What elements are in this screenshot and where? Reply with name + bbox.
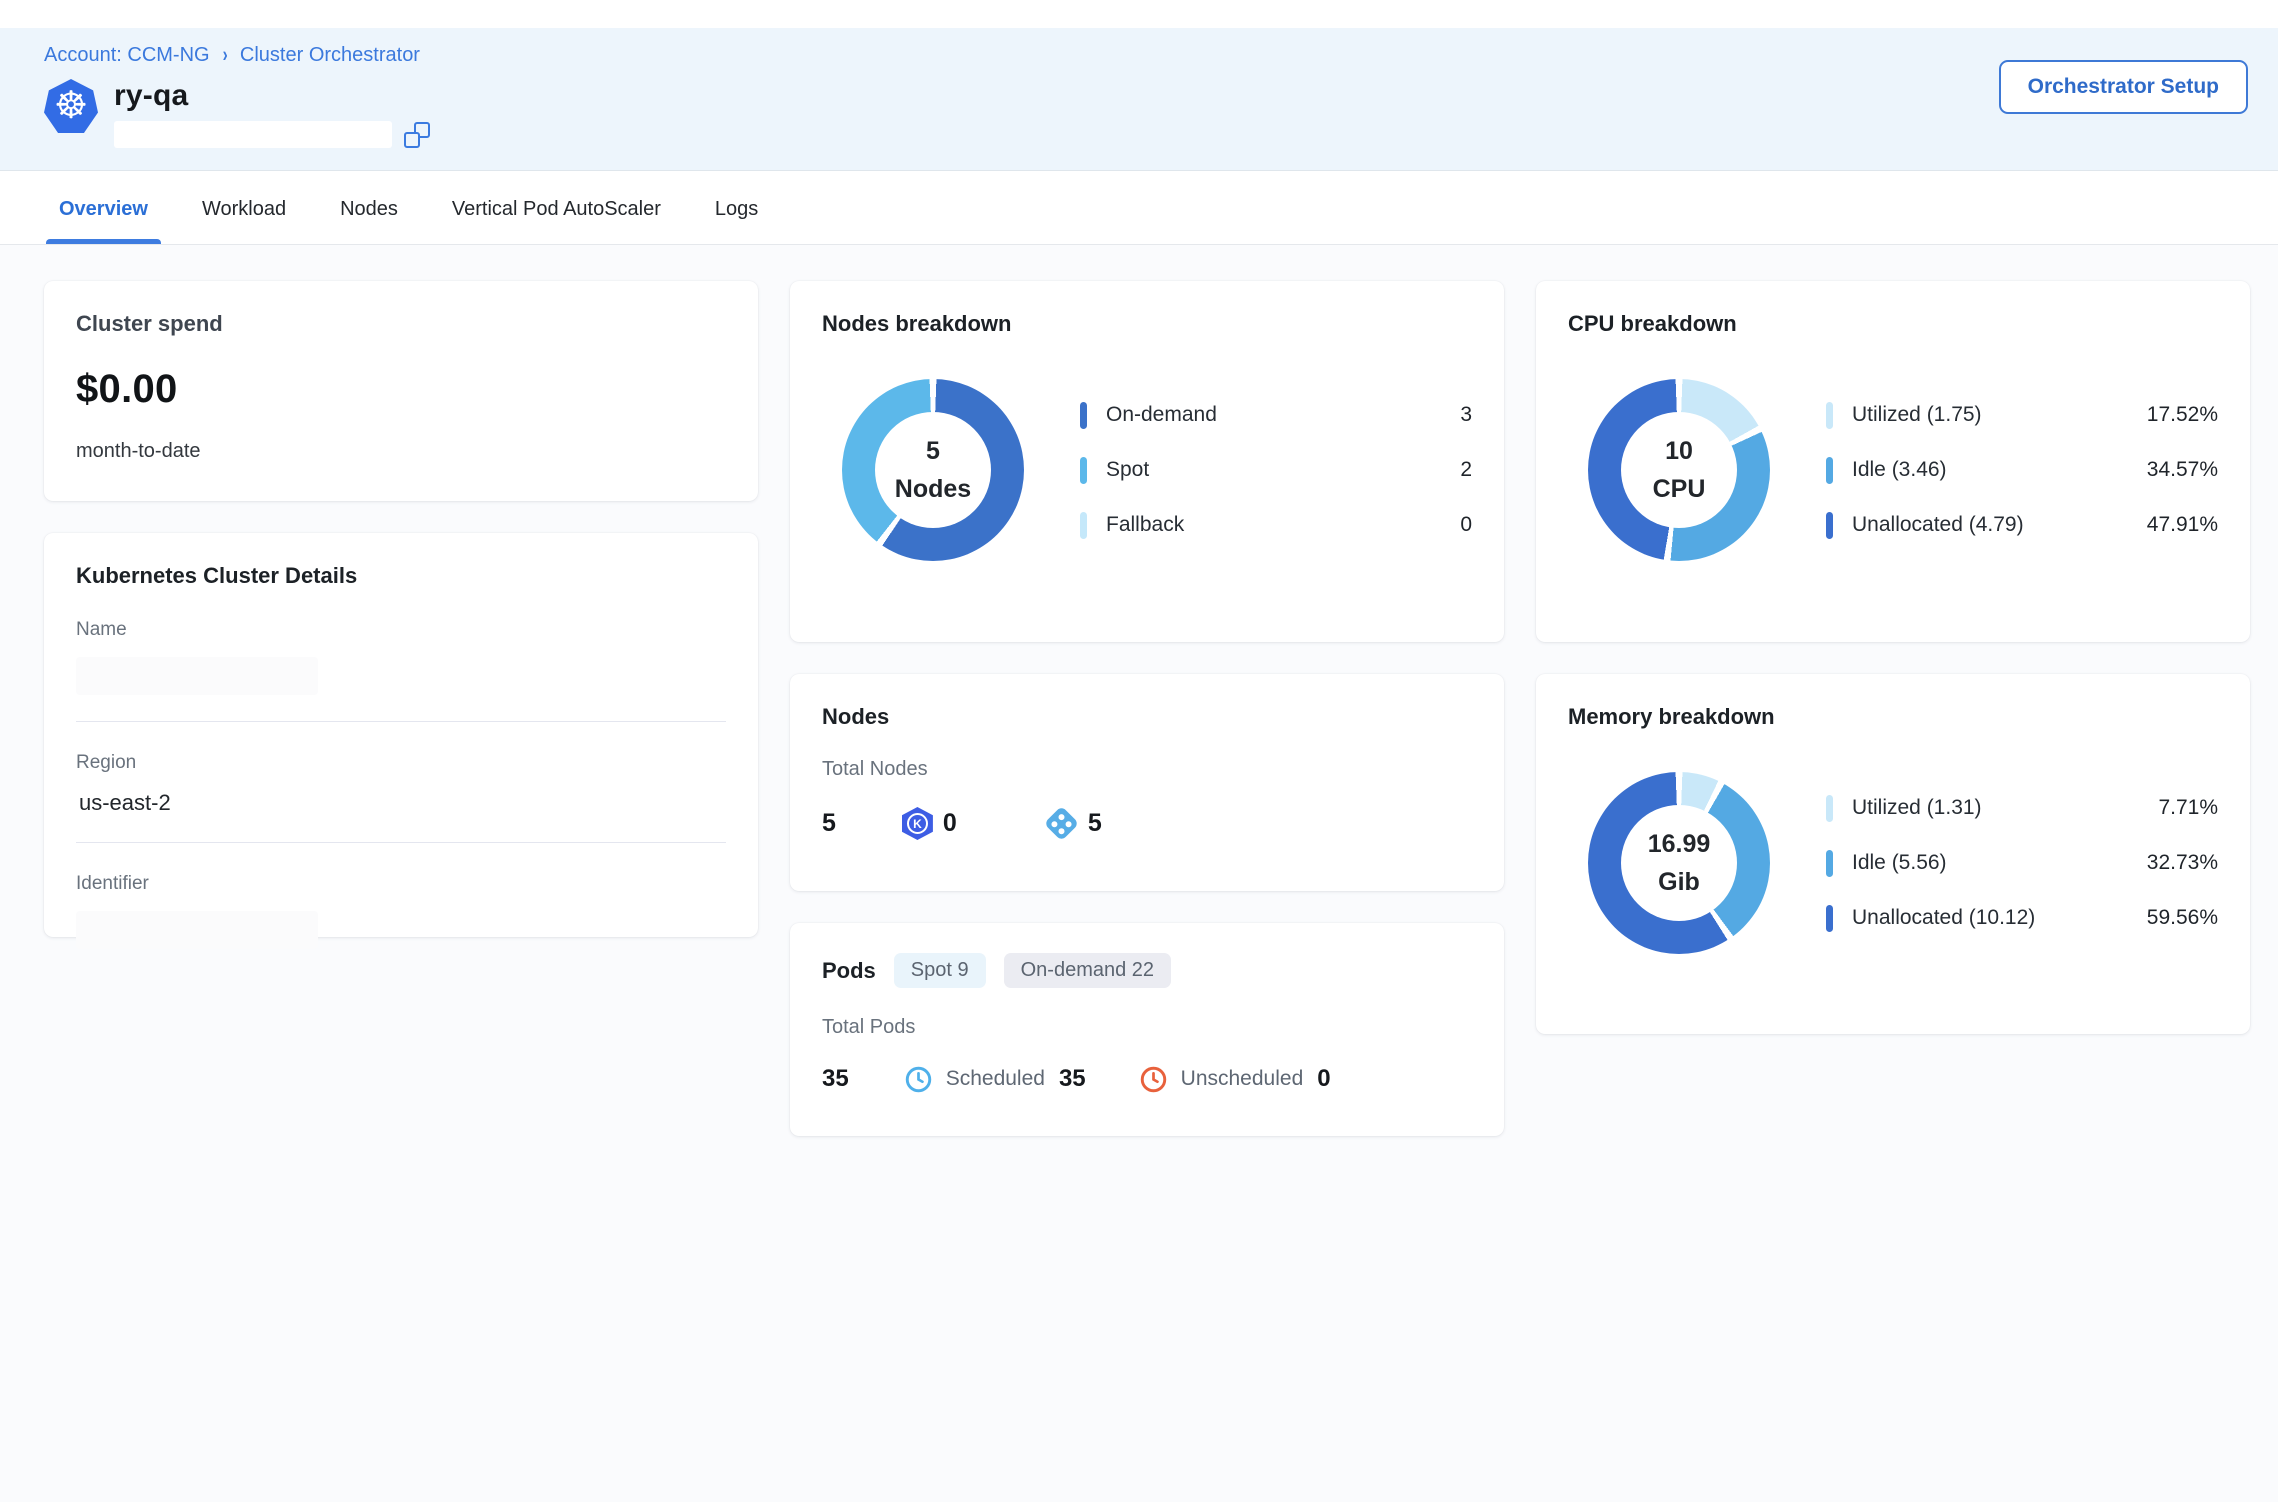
donut-center-text: 10 CPU — [1588, 379, 1770, 561]
legend-row: Idle (5.56) 32.73% — [1826, 850, 2218, 877]
column-left: Cluster spend $0.00 month-to-date Kubern… — [44, 281, 758, 937]
cluster-spend-period: month-to-date — [76, 440, 726, 463]
donut-center-text: 16.99 Gib — [1588, 772, 1770, 954]
page-header: Account: CCM-NG › Cluster Orchestrator r… — [0, 28, 2278, 171]
region-label: Region — [76, 752, 726, 774]
legend-row: Utilized (1.75) 17.52% — [1826, 402, 2218, 429]
legend-color-marker — [1080, 402, 1087, 429]
nodes-card: Nodes Total Nodes 5 0 5 — [790, 674, 1504, 891]
identifier-label: Identifier — [76, 873, 726, 895]
karpenter-icon — [902, 807, 933, 840]
scheduled-value: 35 — [1059, 1065, 1086, 1093]
cluster-nodes-value: 5 — [1088, 809, 1102, 838]
legend-row: Unallocated (10.12) 59.56% — [1826, 905, 2218, 932]
breadcrumb-chevron-icon: › — [222, 43, 227, 67]
nodes-title: Nodes — [822, 704, 1472, 730]
memory-breakdown-legend: Utilized (1.31) 7.71% Idle (5.56) 32.73%… — [1826, 795, 2218, 932]
nodes-breakdown-legend: On-demand 3 Spot 2 Fallback 0 — [1080, 402, 1472, 539]
legend-row: Unallocated (4.79) 47.91% — [1826, 512, 2218, 539]
donut-center-text: 5 Nodes — [842, 379, 1024, 561]
breadcrumb-section-link[interactable]: Cluster Orchestrator — [240, 44, 420, 67]
legend-row: Idle (3.46) 34.57% — [1826, 457, 2218, 484]
column-middle: Nodes breakdown 5 Nodes On-demand 3 — [790, 281, 1504, 1136]
unscheduled-clock-icon — [1140, 1066, 1167, 1093]
legend-row: Fallback 0 — [1080, 512, 1472, 539]
tab-bar: Overview Workload Nodes Vertical Pod Aut… — [0, 171, 2278, 245]
identifier-value-redacted — [76, 911, 318, 949]
nodes-breakdown-card: Nodes breakdown 5 Nodes On-demand 3 — [790, 281, 1504, 642]
column-right: CPU breakdown 10 CPU Utilized (1.75) 17.… — [1536, 281, 2250, 1034]
karpenter-nodes-value: 0 — [943, 809, 957, 838]
orchestrator-setup-button[interactable]: Orchestrator Setup — [1999, 60, 2248, 114]
spot-pods-badge: Spot 9 — [894, 953, 986, 988]
legend-color-marker — [1826, 457, 1833, 484]
name-label: Name — [76, 619, 726, 641]
top-strip — [0, 0, 2278, 28]
legend-color-marker — [1826, 795, 1833, 822]
region-value: us-east-2 — [76, 790, 726, 816]
memory-breakdown-donut-chart: 16.99 Gib — [1588, 772, 1770, 954]
tab-overview[interactable]: Overview — [56, 171, 151, 244]
cpu-breakdown-title: CPU breakdown — [1568, 311, 2218, 337]
total-nodes-value: 5 — [822, 809, 836, 838]
name-value-redacted — [76, 657, 318, 695]
total-pods-value: 35 — [822, 1065, 849, 1093]
cpu-breakdown-donut-chart: 10 CPU — [1588, 379, 1770, 561]
scheduled-label: Scheduled — [946, 1067, 1045, 1091]
pods-title: Pods — [822, 958, 876, 984]
unscheduled-value: 0 — [1317, 1065, 1330, 1093]
legend-row: On-demand 3 — [1080, 402, 1472, 429]
cluster-details-card: Kubernetes Cluster Details Name Region u… — [44, 533, 758, 937]
legend-color-marker — [1826, 905, 1833, 932]
legend-color-marker — [1080, 457, 1087, 484]
legend-color-marker — [1080, 512, 1087, 539]
cpu-breakdown-card: CPU breakdown 10 CPU Utilized (1.75) 17.… — [1536, 281, 2250, 642]
scheduled-clock-icon — [905, 1066, 932, 1093]
kubernetes-logo-icon — [44, 79, 98, 133]
cluster-id-redacted — [114, 121, 392, 148]
legend-row: Spot 2 — [1080, 457, 1472, 484]
tab-logs[interactable]: Logs — [712, 171, 761, 244]
legend-color-marker — [1826, 512, 1833, 539]
legend-color-marker — [1826, 402, 1833, 429]
overview-content: Cluster spend $0.00 month-to-date Kubern… — [0, 245, 2278, 1196]
divider — [76, 842, 726, 843]
cpu-breakdown-legend: Utilized (1.75) 17.52% Idle (3.46) 34.57… — [1826, 402, 2218, 539]
divider — [76, 721, 726, 722]
cluster-details-title: Kubernetes Cluster Details — [76, 563, 726, 589]
tab-nodes[interactable]: Nodes — [337, 171, 401, 244]
breadcrumb: Account: CCM-NG › Cluster Orchestrator — [44, 44, 2248, 67]
cluster-nodes-icon — [1044, 806, 1079, 841]
nodes-breakdown-donut-chart: 5 Nodes — [842, 379, 1024, 561]
cluster-spend-title: Cluster spend — [76, 311, 726, 337]
total-pods-label: Total Pods — [822, 1016, 1472, 1039]
cluster-spend-amount: $0.00 — [76, 367, 726, 412]
on-demand-pods-badge: On-demand 22 — [1004, 953, 1171, 988]
nodes-breakdown-title: Nodes breakdown — [822, 311, 1472, 337]
memory-breakdown-title: Memory breakdown — [1568, 704, 2218, 730]
breadcrumb-account-link[interactable]: Account: CCM-NG — [44, 44, 210, 67]
tab-workload[interactable]: Workload — [199, 171, 289, 244]
cluster-spend-card: Cluster spend $0.00 month-to-date — [44, 281, 758, 501]
legend-color-marker — [1826, 850, 1833, 877]
pods-card: Pods Spot 9 On-demand 22 Total Pods 35 S… — [790, 923, 1504, 1136]
unscheduled-label: Unscheduled — [1181, 1067, 1304, 1091]
memory-breakdown-card: Memory breakdown 16.99 Gib Utilized (1.3… — [1536, 674, 2250, 1034]
total-nodes-label: Total Nodes — [822, 758, 1472, 781]
page-title: ry-qa — [114, 79, 430, 113]
legend-row: Utilized (1.31) 7.71% — [1826, 795, 2218, 822]
tab-vertical-pod-autoscaler[interactable]: Vertical Pod AutoScaler — [449, 171, 664, 244]
copy-icon[interactable] — [404, 122, 430, 148]
